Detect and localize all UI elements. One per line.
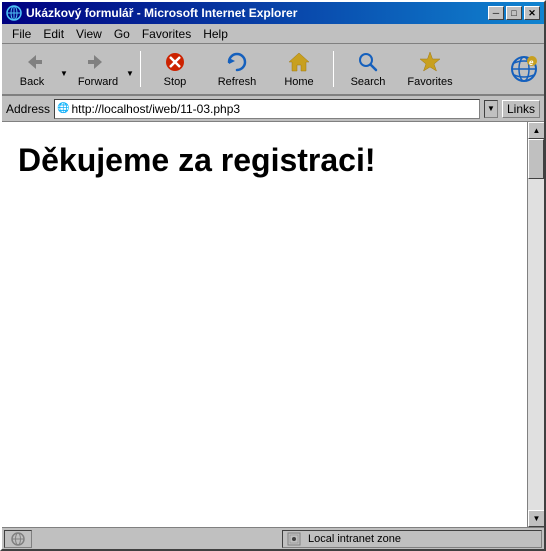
address-bar: Address 🌐 ▼ Links [2,96,544,122]
status-icon-pane [4,530,32,548]
stop-button[interactable]: Stop [145,46,205,92]
title-bar-left: Ukázkový formulář - Microsoft Internet E… [6,5,297,21]
forward-icon [86,50,110,74]
forward-button[interactable]: Forward [72,46,124,92]
scroll-thumb[interactable] [528,139,544,179]
browser-icon [6,5,22,21]
content-area: Děkujeme za registraci! [2,122,527,527]
restore-button[interactable]: □ [506,6,522,20]
menu-view[interactable]: View [70,25,108,43]
home-label: Home [284,76,313,88]
forward-btn-group: Forward ▼ [72,46,136,92]
address-label: Address [6,102,50,116]
toolbar: Back ▼ Forward ▼ [2,44,544,96]
menu-go[interactable]: Go [108,25,136,43]
back-icon [20,50,44,74]
back-button[interactable]: Back [6,46,58,92]
browser-window: Ukázkový formulář - Microsoft Internet E… [0,0,546,551]
status-bar: Local intranet zone [2,527,544,549]
home-icon [287,50,311,74]
status-zone-text: Local intranet zone [308,533,401,545]
content-with-scroll: Děkujeme za registraci! ▲ ▼ [2,122,544,527]
forward-dropdown[interactable]: ▼ [124,46,136,92]
menu-bar: File Edit View Go Favorites Help [2,24,544,44]
back-label: Back [20,76,44,88]
search-label: Search [351,76,386,88]
refresh-button[interactable]: Refresh [207,46,267,92]
address-input-wrapper[interactable]: 🌐 [54,99,480,119]
menu-file[interactable]: File [6,25,37,43]
toolbar-sep-1 [140,51,141,87]
minimize-button[interactable]: ─ [488,6,504,20]
scroll-track[interactable] [528,139,544,510]
stop-icon [163,50,187,74]
refresh-icon [225,50,249,74]
search-button[interactable]: Search [338,46,398,92]
refresh-label: Refresh [218,76,257,88]
title-bar: Ukázkový formulář - Microsoft Internet E… [2,2,544,24]
status-zone-pane: Local intranet zone [282,530,542,548]
favorites-icon [418,50,442,74]
page-content: Děkujeme za registraci! [2,122,527,527]
back-dropdown[interactable]: ▼ [58,46,70,92]
close-button[interactable]: ✕ [524,6,540,20]
links-button[interactable]: Links [502,100,540,118]
menu-edit[interactable]: Edit [37,25,70,43]
window-controls: ─ □ ✕ [488,6,540,20]
scroll-up-button[interactable]: ▲ [528,122,544,139]
window-title: Ukázkový formulář - Microsoft Internet E… [26,6,297,20]
page-icon: 🌐 [57,103,69,114]
scroll-down-button[interactable]: ▼ [528,510,544,527]
page-heading: Děkujeme za registraci! [18,142,511,179]
address-input[interactable] [71,102,477,116]
address-dropdown[interactable]: ▼ [484,100,498,118]
home-button[interactable]: Home [269,46,329,92]
ie-logo: e [508,53,540,85]
menu-favorites[interactable]: Favorites [136,25,197,43]
menu-help[interactable]: Help [197,25,234,43]
favorites-label: Favorites [407,76,452,88]
search-icon [356,50,380,74]
back-btn-group: Back ▼ [6,46,70,92]
favorites-button[interactable]: Favorites [400,46,460,92]
stop-label: Stop [164,76,187,88]
forward-label: Forward [78,76,118,88]
vertical-scrollbar: ▲ ▼ [527,122,544,527]
svg-text:e: e [529,58,534,67]
toolbar-sep-2 [333,51,334,87]
